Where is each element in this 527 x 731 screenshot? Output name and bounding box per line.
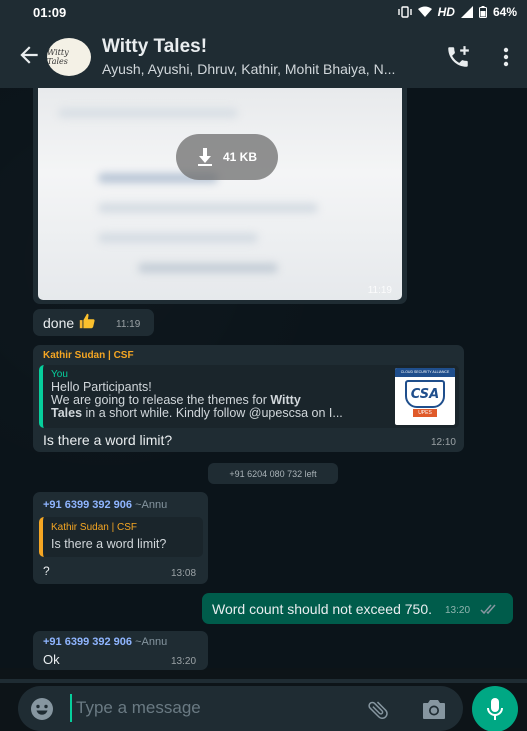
group-title[interactable]: Witty Tales!: [102, 36, 207, 58]
group-members[interactable]: Ayush, Ayushi, Dhruv, Kathir, Mohit Bhai…: [102, 61, 432, 77]
csa-logo-thumbnail: CLOUD SECURITY ALLIANCE CSA UPES: [395, 368, 455, 425]
wifi-icon: [417, 6, 432, 17]
quote-text: Hello Participants! We are going to rele…: [51, 381, 391, 420]
back-arrow-icon[interactable]: [16, 42, 42, 68]
quote-sender: Kathir Sudan | CSF: [51, 522, 137, 533]
message-text: Word count should not exceed 750.: [212, 601, 433, 617]
battery-icon: [478, 6, 487, 18]
vibrate-icon: [397, 6, 412, 18]
attach-icon[interactable]: [366, 698, 390, 722]
message-time: 12:10: [430, 437, 456, 448]
message-text: Ok: [43, 652, 60, 667]
thumb-logo: CSA: [410, 386, 440, 402]
chat-area[interactable]: 41 KB 11:19 done 11:19 Kathir Sudan | CS…: [0, 88, 527, 670]
sender-alias: ~Annu: [135, 499, 168, 511]
done-message[interactable]: done 11:19: [33, 309, 154, 336]
blur-shape: [98, 203, 318, 213]
quote-line: in a short while. Kindly follow @upescsa…: [82, 406, 343, 420]
annu-ok-message[interactable]: +91 6399 392 906 ~Annu Ok 13:20: [33, 631, 208, 670]
blur-shape: [98, 233, 258, 243]
status-icons: HD 64%: [397, 5, 517, 19]
status-bar: 01:09 HD 64%: [0, 0, 527, 24]
message-time: 11:19: [367, 285, 392, 296]
sender-number: +91 6399 392 906: [43, 636, 133, 648]
blurred-image-preview[interactable]: 41 KB 11:19: [38, 88, 402, 300]
add-call-icon[interactable]: [445, 44, 471, 70]
battery-level: 64%: [492, 5, 517, 19]
emoji-icon[interactable]: [30, 697, 54, 721]
quote-bold: Witty: [270, 393, 301, 407]
thumb-header: CLOUD SECURITY ALLIANCE: [395, 368, 455, 377]
mic-icon: [487, 698, 503, 720]
download-size: 41 KB: [222, 150, 257, 164]
quoted-message[interactable]: You Hello Participants! We are going to …: [39, 365, 459, 428]
system-notice: +91 6204 080 732 left: [208, 463, 338, 484]
blur-shape: [58, 108, 238, 118]
quote-text: Is there a word limit?: [51, 537, 167, 551]
sender-alias: ~Annu: [135, 636, 168, 648]
download-icon: [197, 148, 212, 166]
avatar-text: Witty Tales: [47, 48, 69, 66]
message-text: Is there a word limit?: [43, 432, 173, 448]
download-button[interactable]: 41 KB: [176, 134, 278, 180]
annu-reply-message[interactable]: +91 6399 392 906 ~Annu Kathir Sudan | CS…: [33, 492, 208, 584]
quote-line: Hello Participants!: [51, 380, 152, 394]
message-time: 13:20: [445, 605, 471, 616]
quote-bold: Tales: [51, 406, 83, 420]
read-receipt-icon: [480, 604, 496, 615]
network-label: HD: [437, 5, 455, 19]
csa-shield: CSA: [405, 380, 445, 408]
signal-icon: [460, 6, 473, 18]
kathir-message[interactable]: Kathir Sudan | CSF You Hello Participant…: [33, 345, 464, 452]
mic-button[interactable]: [472, 686, 518, 731]
group-avatar[interactable]: Witty Tales: [47, 38, 91, 76]
quote-sender: You: [51, 369, 68, 380]
sender-name[interactable]: +91 6399 392 906 ~Annu: [43, 499, 167, 511]
message-input[interactable]: [70, 694, 350, 722]
quote-line: We are going to release the themes for: [51, 393, 271, 407]
message-composer: [18, 686, 463, 731]
whatsapp-screen: 01:09 HD 64% Witty Tales Witty Tales! Ay…: [0, 0, 527, 731]
message-time: 13:08: [171, 568, 197, 579]
chat-header: Witty Tales Witty Tales! Ayush, Ayushi, …: [0, 24, 527, 88]
message-text: done: [43, 315, 75, 331]
thumb-footer: UPES: [413, 409, 437, 417]
sender-name[interactable]: +91 6399 392 906 ~Annu: [43, 636, 167, 648]
more-vert-icon[interactable]: [496, 44, 516, 70]
outgoing-message[interactable]: Word count should not exceed 750. 13:20: [202, 593, 513, 624]
quoted-message[interactable]: Kathir Sudan | CSF Is there a word limit…: [39, 517, 203, 557]
message-text: ?: [43, 564, 50, 578]
sender-number: +91 6399 392 906: [43, 499, 133, 511]
next-message-peek: [0, 679, 527, 683]
image-message[interactable]: 41 KB 11:19: [33, 88, 407, 304]
sender-name[interactable]: Kathir Sudan | CSF: [43, 350, 134, 361]
camera-icon[interactable]: [422, 698, 446, 720]
status-time: 01:09: [33, 5, 67, 20]
message-time: 13:20: [171, 656, 197, 667]
blur-shape: [138, 263, 278, 273]
message-time: 11:19: [116, 319, 141, 330]
thumbs-up-emoji-icon: [79, 313, 95, 329]
